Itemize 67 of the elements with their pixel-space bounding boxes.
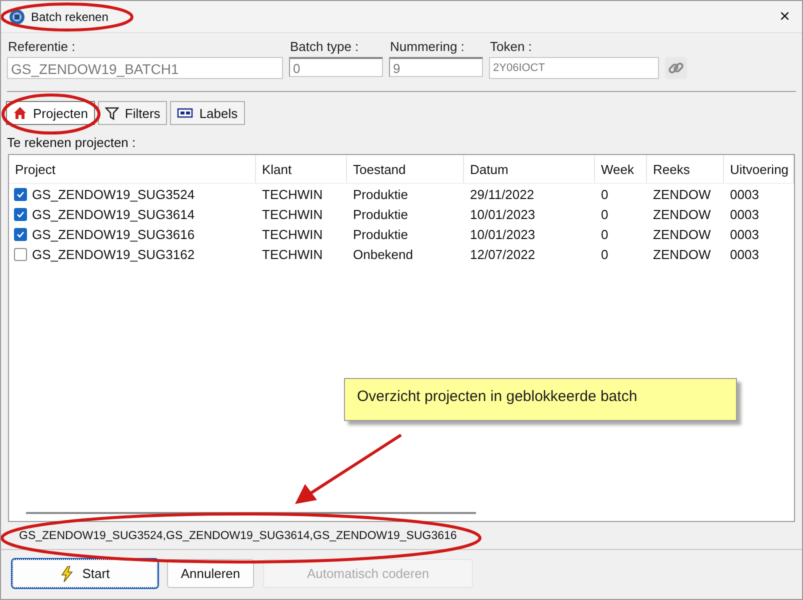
tab[interactable]: Projecten (6, 101, 95, 125)
table-cell-text: TECHWIN (261, 206, 324, 222)
table-cell-text: ZENDOW (652, 226, 712, 242)
table-cell-text: 29/11/2022 (469, 186, 536, 202)
table-cell-text: 0 (600, 246, 610, 262)
table-cell: GS_ZENDOW19_SUG3524 (32, 186, 195, 202)
input-field[interactable]: 9 (389, 57, 483, 77)
filter-icon (104, 106, 119, 120)
tab[interactable]: Filters (98, 101, 168, 125)
table-cell: GS_ZENDOW19_SUG3616 (32, 226, 195, 242)
checkbox[interactable] (14, 248, 27, 260)
table-cell-text: Produktie (352, 186, 409, 202)
table-cell: GS_ZENDOW19_SUG3162 (32, 246, 195, 262)
dialog-button[interactable]: Start (12, 559, 158, 588)
field-label: Token : (489, 39, 533, 54)
window-title: Batch rekenen (31, 10, 108, 24)
table-cell: GS_ZENDOW19_SUG3614 (32, 206, 195, 222)
app-icon (9, 8, 25, 24)
field-label: Batch type : (289, 39, 360, 54)
close-button[interactable]: × (775, 6, 794, 27)
checkbox[interactable] (14, 228, 27, 240)
check-icon (16, 190, 25, 198)
table-cell-text: TECHWIN (261, 246, 324, 262)
table-cell-text: Produktie (352, 226, 409, 242)
scrollbar[interactable] (26, 512, 476, 514)
house-icon (13, 106, 27, 120)
table-cell-text: 10/01/2023 (469, 206, 536, 222)
list-label: Te rekenen projecten : (6, 134, 137, 152)
field-label: Nummering : (389, 39, 466, 54)
table-cell-text: 12/07/2022 (469, 246, 536, 262)
column-header[interactable]: Reeks (647, 155, 724, 183)
table-cell-text: 0003 (729, 226, 760, 242)
table-cell-text: 0003 (729, 246, 760, 262)
dialog-button[interactable]: Annuleren (167, 559, 254, 588)
table-cell-text: 0 (600, 226, 610, 242)
tab[interactable]: Labels (170, 101, 245, 125)
column-header[interactable]: Uitvoering (724, 155, 794, 183)
column-header[interactable]: Project (9, 155, 256, 183)
table-cell-text: TECHWIN (261, 186, 324, 202)
table-cell-text: 10/01/2023 (469, 226, 536, 242)
callout-note: Overzicht projecten in geblokkeerde batch (344, 378, 737, 421)
check-icon (16, 230, 25, 238)
table-cell-text: ZENDOW (652, 186, 712, 202)
label-icon (177, 107, 194, 119)
table-cell-text: TECHWIN (261, 226, 324, 242)
lightning-icon (60, 566, 74, 582)
column-header[interactable]: Toestand (347, 155, 464, 183)
table-cell-text: ZENDOW (652, 246, 712, 262)
table-cell-text: 0003 (729, 186, 760, 202)
table-cell-text: 0 (600, 186, 610, 202)
checkbox[interactable] (14, 188, 27, 200)
column-header[interactable]: Datum (464, 155, 595, 183)
check-icon (16, 210, 25, 218)
column-header[interactable]: Klant (256, 155, 347, 183)
input-field[interactable]: GS_ZENDOW19_BATCH1 (7, 57, 283, 79)
checkbox[interactable] (14, 208, 27, 220)
selection-text: GS_ZENDOW19_SUG3524,GS_ZENDOW19_SUG3614,GS_ZENDOW19_SUG3616 (19, 529, 457, 544)
input-field[interactable]: 0 (289, 57, 383, 77)
field-label: Referentie : (7, 39, 76, 54)
table-cell-text: ZENDOW (652, 206, 712, 222)
input-field[interactable]: 2Y06IOCT (489, 57, 659, 79)
table-cell-text: 0003 (729, 206, 760, 222)
table-cell-text: 0 (600, 206, 610, 222)
table-cell-text: Onbekend (352, 246, 414, 262)
column-header[interactable]: Week (595, 155, 647, 183)
table-cell-text: Produktie (352, 206, 409, 222)
link-icon[interactable] (665, 57, 687, 79)
